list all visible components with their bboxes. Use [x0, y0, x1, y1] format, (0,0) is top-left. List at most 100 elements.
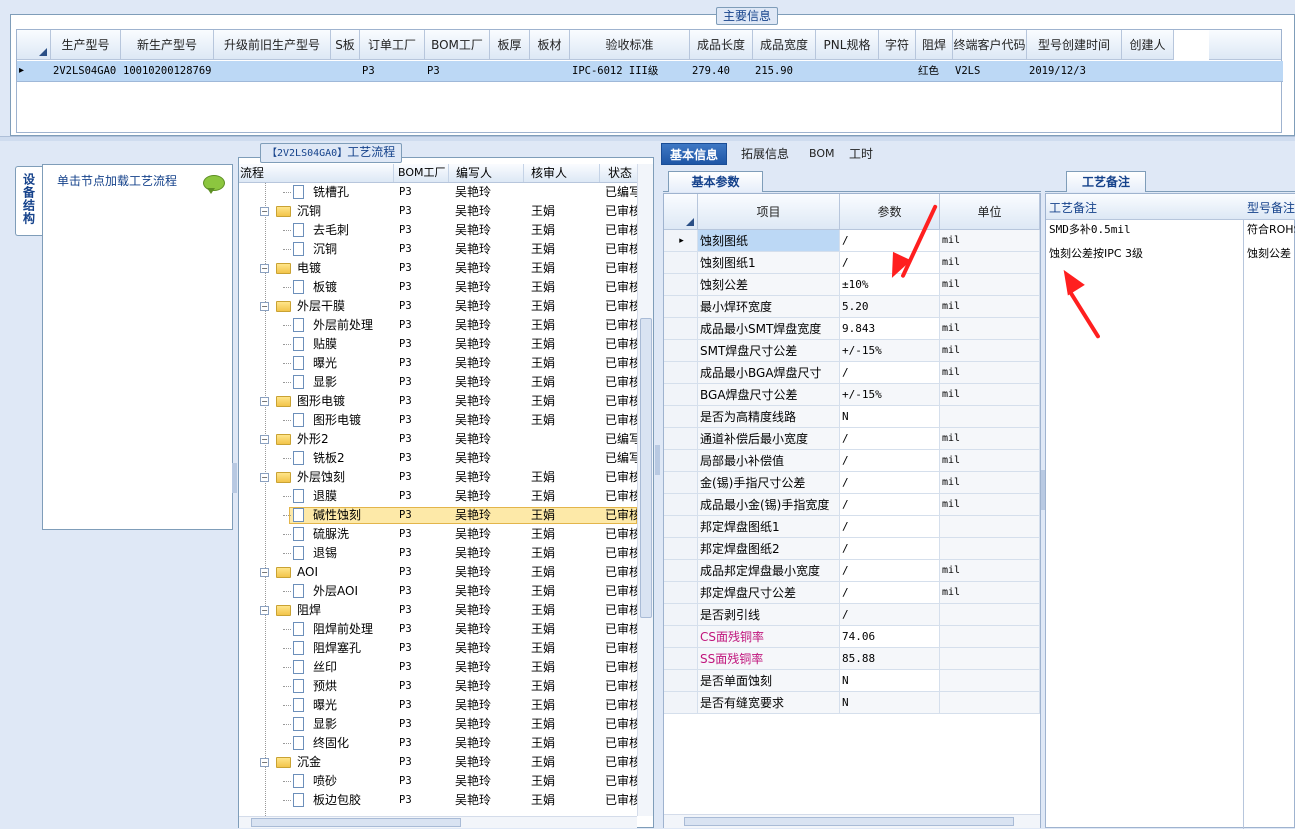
param-row[interactable]: 邦定焊盘图纸1/ [664, 516, 1040, 538]
process-note-1[interactable]: SMD多补0.5mil [1049, 220, 1131, 240]
main-grid-header-8[interactable]: 验收标准 [570, 30, 690, 60]
param-row[interactable]: BGA焊盘尺寸公差 +/-15% mil [664, 384, 1040, 406]
detail-tab-2[interactable]: BOM [801, 143, 843, 165]
tree-step-row[interactable]: 硫脲洗 P3 吴艳玲 王娟 已审核 [239, 525, 637, 544]
detail-tab-3[interactable]: 工时 [841, 143, 881, 165]
collapse-toggle-icon[interactable]: − [260, 435, 269, 444]
detail-tab-1[interactable]: 拓展信息 [733, 143, 797, 165]
tree-step-row[interactable]: 阻焊前处理 P3 吴艳玲 王娟 已审核 [239, 620, 637, 639]
main-grid-header-5[interactable]: BOM工厂 [425, 30, 490, 60]
tree-step-row[interactable]: 阻焊塞孔 P3 吴艳玲 王娟 已审核 [239, 639, 637, 658]
collapse-toggle-icon[interactable]: − [260, 397, 269, 406]
params-tab[interactable]: 基本参数 [668, 171, 763, 192]
load-flow-hint[interactable]: 单击节点加载工艺流程 [57, 171, 177, 191]
tree-step-row[interactable]: 碱性蚀刻 P3 吴艳玲 王娟 已审核 [239, 506, 637, 525]
flow-collapse-handle[interactable] [655, 445, 660, 475]
main-grid-cell-10[interactable]: 215.90 [755, 61, 814, 81]
param-row[interactable]: 蚀刻公差 ±10% mil [664, 274, 1040, 296]
main-grid-header-9[interactable]: 成品长度 [690, 30, 753, 60]
param-row[interactable]: SS面残铜率 85.88 [664, 648, 1040, 670]
tree-folder-row[interactable]: − 外形2 P3 吴艳玲 已编写 [239, 430, 637, 449]
model-note-2[interactable]: 蚀刻公差 [1247, 244, 1291, 264]
tree-step-row[interactable]: 退膜 P3 吴艳玲 王娟 已审核 [239, 487, 637, 506]
equipment-vertical-tab[interactable]: 设备结构 [15, 166, 42, 236]
flow-horizontal-scrollbar[interactable] [239, 816, 637, 828]
tree-step-row[interactable]: 曝光 P3 吴艳玲 王娟 已审核 [239, 696, 637, 715]
main-grid-header-1[interactable]: 新生产型号 [121, 30, 214, 60]
param-value[interactable]: 5.20 [840, 296, 940, 318]
tree-folder-row[interactable]: − 阻焊 P3 吴艳玲 王娟 已审核 [239, 601, 637, 620]
tree-step-row[interactable]: 铣板2 P3 吴艳玲 已编写 [239, 449, 637, 468]
main-grid-header-10[interactable]: 成品宽度 [753, 30, 816, 60]
tree-step-row[interactable]: 终固化 P3 吴艳玲 王娟 已审核 [239, 734, 637, 753]
param-row[interactable]: 成品最小SMT焊盘宽度 9.843 mil [664, 318, 1040, 340]
param-row[interactable]: ▸ 蚀刻图纸 / mil [664, 230, 1040, 252]
collapse-toggle-icon[interactable]: − [260, 264, 269, 273]
tree-folder-row[interactable]: − 图形电镀 P3 吴艳玲 王娟 已审核 [239, 392, 637, 411]
tree-folder-row[interactable]: − AOI P3 吴艳玲 王娟 已审核 [239, 563, 637, 582]
param-value[interactable]: N [840, 670, 940, 692]
tree-step-row[interactable]: 板边包胶 P3 吴艳玲 王娟 已审核 [239, 791, 637, 810]
param-value[interactable]: / [840, 362, 940, 384]
main-grid-cell-14[interactable]: V2LS [955, 61, 1025, 81]
param-row[interactable]: 邦定焊盘图纸2/ [664, 538, 1040, 560]
tree-folder-row[interactable]: − 电镀 P3 吴艳玲 王娟 已审核 [239, 259, 637, 278]
tree-step-row[interactable]: 预烘 P3 吴艳玲 王娟 已审核 [239, 677, 637, 696]
flow-header-1[interactable]: BOM工厂 [394, 164, 449, 182]
process-notes-header[interactable]: 工艺备注 [1049, 198, 1097, 218]
tree-step-row[interactable]: 曝光 P3 吴艳玲 王娟 已审核 [239, 354, 637, 373]
notes-tab[interactable]: 工艺备注 [1066, 171, 1146, 192]
tree-step-row[interactable]: 板镀 P3 吴艳玲 王娟 已审核 [239, 278, 637, 297]
main-grid-header-12[interactable]: 字符 [879, 30, 916, 60]
collapse-toggle-icon[interactable]: − [260, 207, 269, 216]
flow-header-0[interactable]: 流程 [239, 164, 394, 182]
param-row[interactable]: 是否为高精度线路 N [664, 406, 1040, 428]
model-notes-header[interactable]: 型号备注 [1247, 198, 1295, 218]
main-grid-header-2[interactable]: 升级前旧生产型号 [214, 30, 331, 60]
param-value[interactable]: / [840, 450, 940, 472]
tree-step-row[interactable]: 显影 P3 吴艳玲 王娟 已审核 [239, 715, 637, 734]
param-row[interactable]: 通道补偿后最小宽度 / mil [664, 428, 1040, 450]
param-value[interactable]: N [840, 406, 940, 428]
params-hscroll[interactable] [664, 814, 1040, 828]
tree-step-row[interactable]: 铣槽孔 P3 吴艳玲 已编写 [239, 183, 637, 202]
param-value[interactable]: N [840, 692, 940, 714]
main-grid-cell-13[interactable]: 红色 [918, 61, 951, 81]
main-grid-header-0[interactable]: 生产型号 [51, 30, 121, 60]
main-grid-cell-5[interactable]: P3 [427, 61, 488, 81]
flow-header-3[interactable]: 核审人 [527, 164, 600, 182]
flow-header-4[interactable]: 状态 [604, 164, 640, 182]
param-value[interactable]: 74.06 [840, 626, 940, 648]
param-row[interactable]: 金(锡)手指尺寸公差 / mil [664, 472, 1040, 494]
param-row[interactable]: 是否单面蚀刻 N [664, 670, 1040, 692]
param-value[interactable]: / [840, 428, 940, 450]
main-grid-header-14[interactable]: 终端客户代码 [953, 30, 1027, 60]
tree-folder-row[interactable]: − 外层蚀刻 P3 吴艳玲 王娟 已审核 [239, 468, 637, 487]
params-hscroll-thumb[interactable] [684, 817, 1014, 826]
tree-step-row[interactable]: 外层前处理 P3 吴艳玲 王娟 已审核 [239, 316, 637, 335]
flow-hscroll-thumb[interactable] [251, 818, 461, 827]
collapse-toggle-icon[interactable]: − [260, 758, 269, 767]
collapse-toggle-icon[interactable]: − [260, 302, 269, 311]
tree-step-row[interactable]: 喷砂 P3 吴艳玲 王娟 已审核 [239, 772, 637, 791]
param-value[interactable]: / [840, 494, 940, 516]
tree-step-row[interactable]: 沉铜 P3 吴艳玲 王娟 已审核 [239, 240, 637, 259]
param-value[interactable]: / [840, 516, 940, 538]
main-grid-cell-8[interactable]: IPC-6012 III级 [572, 61, 688, 81]
tree-step-row[interactable]: 显影 P3 吴艳玲 王娟 已审核 [239, 373, 637, 392]
left-collapse-handle[interactable] [232, 463, 237, 493]
param-row[interactable]: 是否剥引线 / [664, 604, 1040, 626]
flow-scroll-thumb[interactable] [640, 318, 652, 618]
process-note-2[interactable]: 蚀刻公差按IPC 3级 [1049, 244, 1143, 264]
main-grid-header-13[interactable]: 阻焊 [916, 30, 953, 60]
param-value[interactable]: +/-15% [840, 340, 940, 362]
model-note-1[interactable]: 符合ROHS [1247, 220, 1295, 240]
param-row[interactable]: 蚀刻图纸1/mil [664, 252, 1040, 274]
main-grid-header-4[interactable]: 订单工厂 [360, 30, 425, 60]
main-grid-cell-1[interactable]: 10010200128769 [123, 61, 212, 81]
param-value[interactable]: / [840, 538, 940, 560]
tree-folder-row[interactable]: − 沉金 P3 吴艳玲 王娟 已审核 [239, 753, 637, 772]
main-grid-cell-0[interactable]: 2V2LS04GA0 [53, 61, 119, 81]
main-grid-corner[interactable] [17, 30, 51, 60]
param-header-2[interactable]: 单位 [940, 194, 1040, 230]
